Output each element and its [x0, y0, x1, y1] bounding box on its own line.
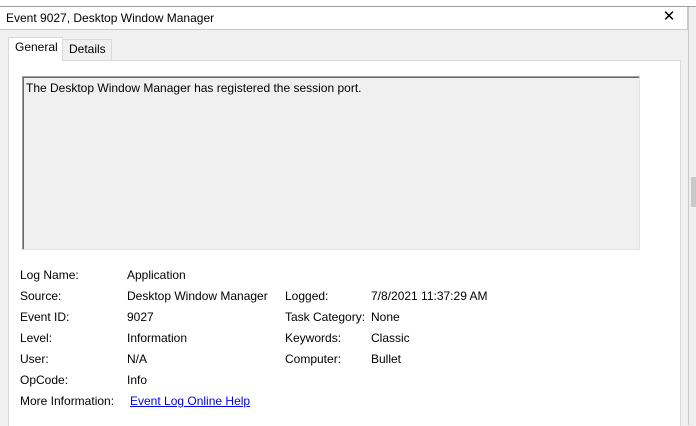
opcode-label: OpCode: — [20, 373, 69, 387]
window-top-edge — [0, 0, 696, 7]
task-category-label: Task Category: — [285, 310, 366, 324]
event-description: The Desktop Window Manager has registere… — [26, 81, 362, 95]
description-box[interactable]: The Desktop Window Manager has registere… — [22, 76, 640, 250]
title-bar: Event 9027, Desktop Window Manager ✕ — [0, 7, 688, 30]
source-label: Source: — [20, 289, 62, 303]
computer-label: Computer: — [285, 352, 342, 366]
keywords-label: Keywords: — [285, 331, 342, 345]
opcode-value: Info — [127, 373, 148, 387]
close-icon[interactable]: ✕ — [661, 8, 677, 26]
event-id-value: 9027 — [127, 310, 154, 324]
general-tab-panel: The Desktop Window Manager has registere… — [8, 60, 681, 426]
user-label: User: — [20, 352, 49, 366]
keywords-value: Classic — [371, 331, 410, 345]
event-log-online-help-link[interactable]: Event Log Online Help — [130, 394, 250, 408]
log-name-value: Application — [127, 268, 186, 282]
scrollbar-thumb[interactable] — [691, 177, 696, 207]
level-value: Information — [127, 331, 188, 345]
window-title: Event 9027, Desktop Window Manager — [6, 11, 215, 25]
source-value: Desktop Window Manager — [127, 289, 268, 303]
logged-label: Logged: — [285, 289, 329, 303]
event-id-label: Event ID: — [20, 310, 70, 324]
user-value: N/A — [127, 352, 148, 366]
task-category-value: None — [371, 310, 400, 324]
tab-general[interactable]: General — [8, 37, 63, 61]
log-name-label: Log Name: — [20, 268, 79, 282]
level-label: Level: — [20, 331, 53, 345]
right-scrollbar[interactable] — [688, 7, 696, 425]
more-info-label: More Information: — [20, 394, 115, 408]
computer-value: Bullet — [371, 352, 402, 366]
tab-details[interactable]: Details — [62, 39, 112, 60]
logged-value: 7/8/2021 11:37:29 AM — [371, 289, 488, 303]
